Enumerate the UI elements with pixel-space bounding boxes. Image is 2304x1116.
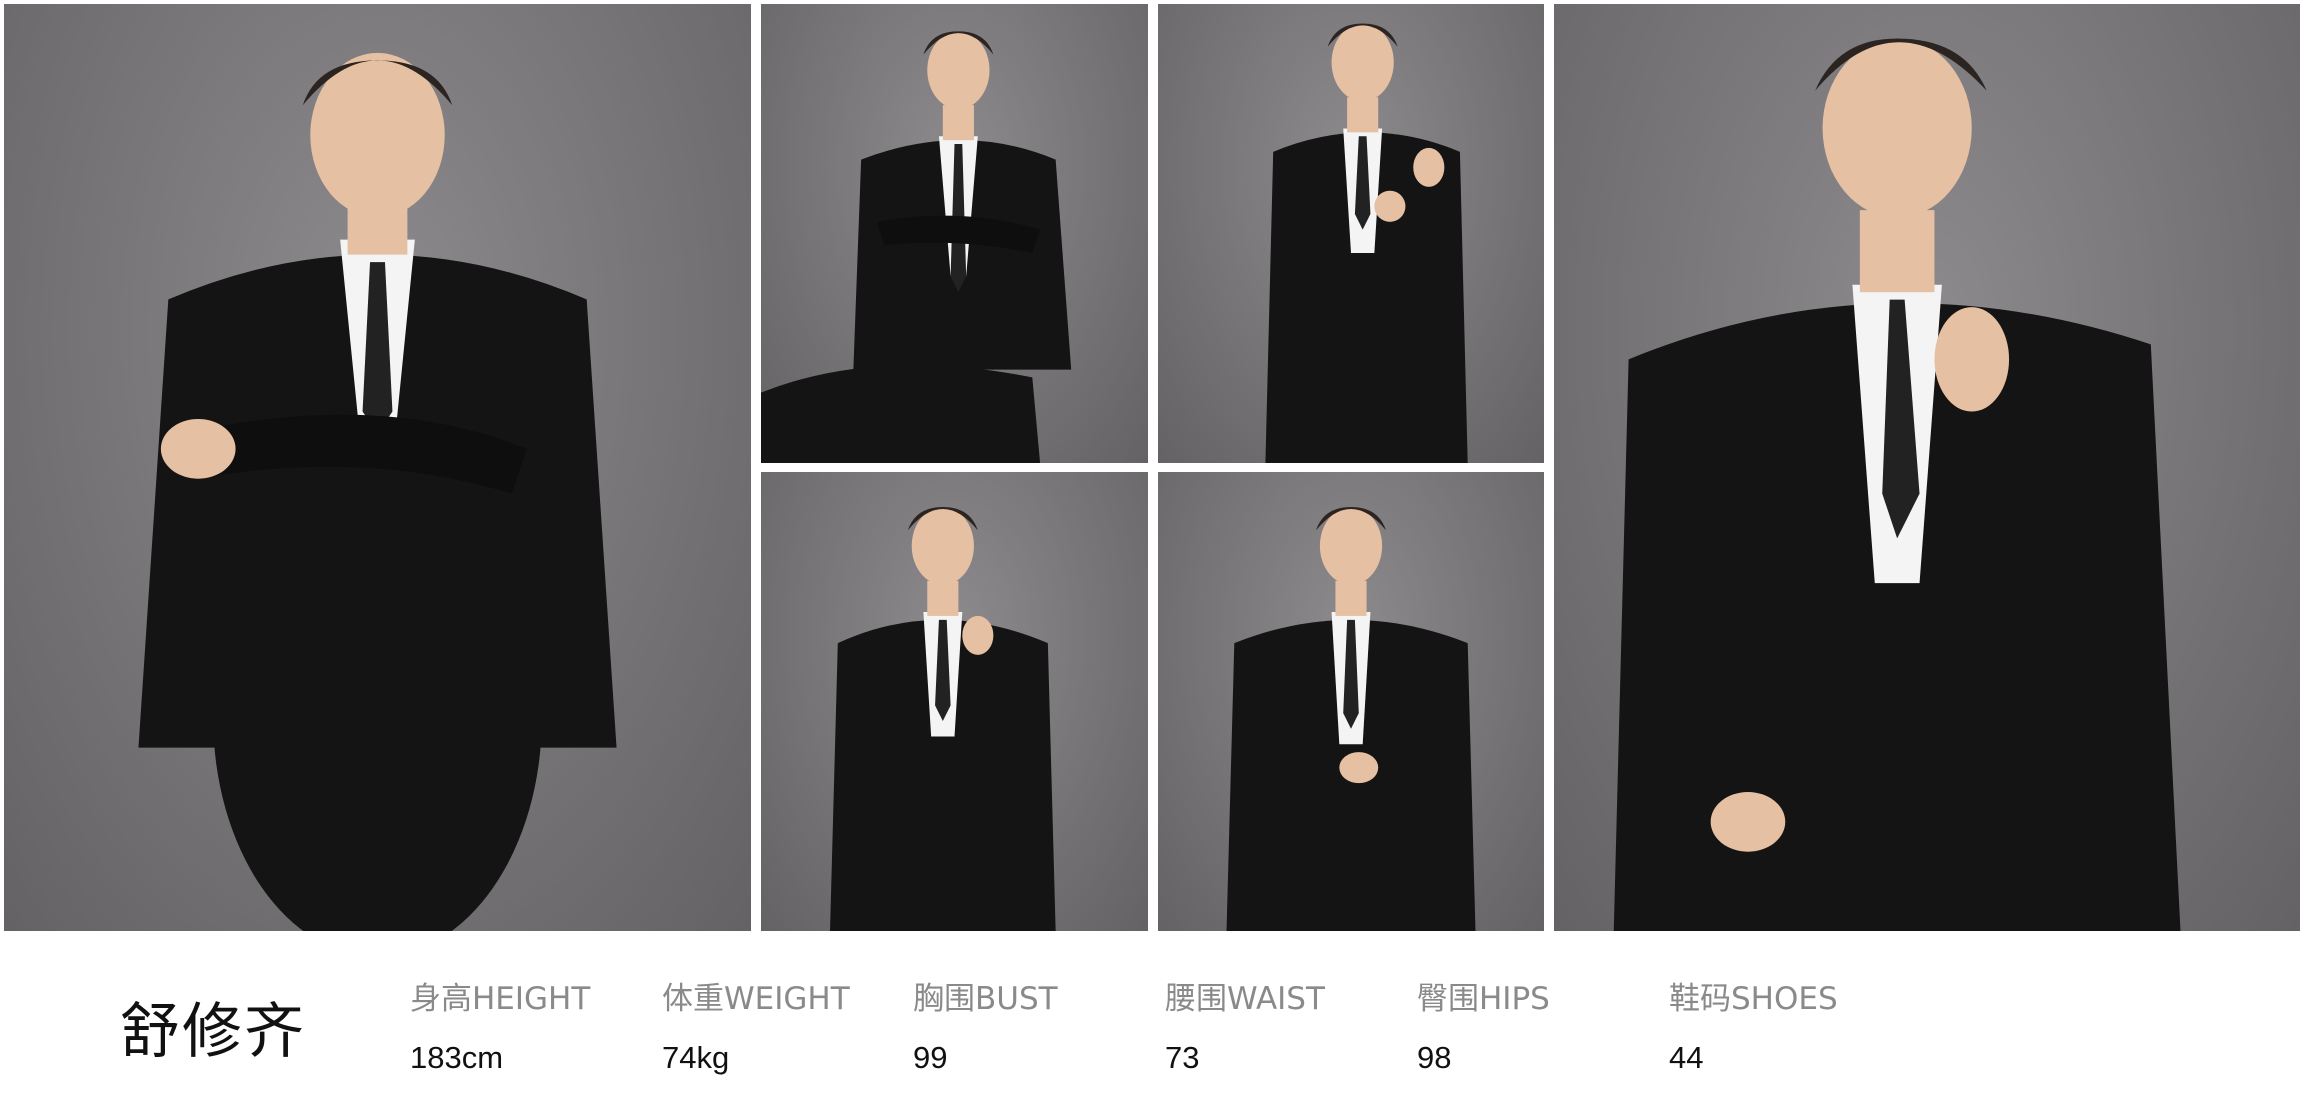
stat-value: 183cm	[410, 1040, 504, 1075]
person-figure	[1226, 507, 1476, 931]
stat-weight: 体重WEIGHT 74kg	[662, 973, 850, 1076]
model-name: 舒修齐	[120, 997, 306, 1067]
stat-label: 腰围WAIST	[1165, 981, 1325, 1017]
stat-value: 73	[1165, 1040, 1200, 1075]
stat-value: 74kg	[662, 1040, 730, 1075]
stat-label: 胸围BUST	[913, 981, 1058, 1017]
person-figure	[761, 31, 1072, 463]
stat-hips: 臀围HIPS 98	[1417, 973, 1550, 1076]
stat-value: 98	[1417, 1040, 1452, 1075]
stat-shoes: 鞋码SHOES 44	[1669, 973, 1838, 1076]
stat-value: 44	[1669, 1040, 1704, 1075]
stat-waist: 腰围WAIST 73	[1165, 973, 1325, 1076]
photo-buttoning	[1158, 472, 1544, 931]
stat-label: 臀围HIPS	[1417, 981, 1550, 1017]
stat-label: 鞋码SHOES	[1669, 981, 1838, 1017]
stat-height: 身高HEIGHT 183cm	[410, 973, 590, 1076]
model-info-bar: 舒修齐 身高HEIGHT 183cm 体重WEIGHT 74kg 胸围BUST …	[0, 931, 2304, 1116]
photo-seated	[761, 4, 1148, 463]
photo-cufflink	[1158, 4, 1544, 463]
stat-label: 身高HEIGHT	[410, 981, 591, 1017]
stat-label: 体重WEIGHT	[662, 981, 850, 1017]
person-figure	[1613, 38, 2181, 931]
photo-tie-adjust	[761, 472, 1148, 931]
person-figure	[830, 507, 1056, 931]
stat-bust: 胸围BUST 99	[913, 973, 1058, 1076]
stat-value: 99	[913, 1040, 948, 1075]
photo-arms-crossed	[4, 4, 751, 931]
photo-closeup-tie	[1554, 4, 2300, 931]
person-figure	[138, 52, 617, 931]
person-figure	[1265, 23, 1468, 463]
